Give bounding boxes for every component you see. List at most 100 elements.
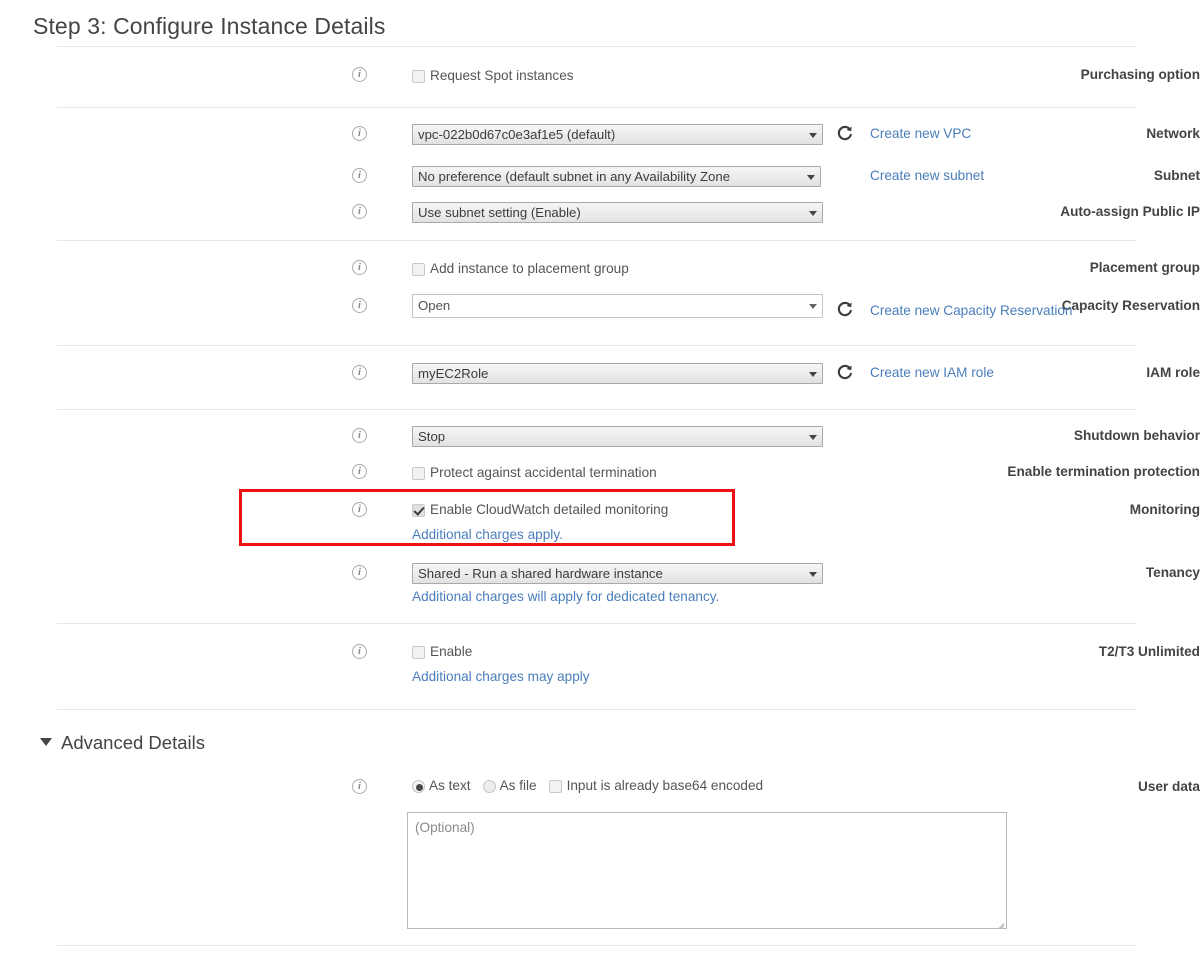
purchasing-option-control: Request Spot instances	[412, 68, 574, 86]
monitoring-control: Enable CloudWatch detailed monitoring	[412, 502, 668, 520]
info-icon[interactable]: i	[352, 779, 367, 794]
create-new-subnet-link[interactable]: Create new subnet	[870, 168, 984, 183]
user-data-as-text-option[interactable]: As text	[412, 778, 471, 796]
create-new-iam-role-link[interactable]: Create new IAM role	[870, 365, 994, 380]
info-icon[interactable]: i	[352, 260, 367, 275]
shutdown-behavior-value: Stop	[418, 429, 446, 444]
tenancy-charges-note[interactable]: Additional charges will apply for dedica…	[412, 589, 719, 604]
t2-t3-unlimited-charges-note[interactable]: Additional charges may apply	[412, 669, 590, 684]
chevron-down-icon	[809, 371, 817, 377]
enable-cloudwatch-monitoring-label: Enable CloudWatch detailed monitoring	[430, 502, 669, 517]
tenancy-control: Shared - Run a shared hardware instance	[412, 563, 823, 584]
auto-assign-public-ip-select[interactable]: Use subnet setting (Enable)	[412, 202, 823, 223]
as-text-radio[interactable]	[412, 780, 425, 793]
row-monitoring: Monitoring i Enable CloudWatch detailed …	[0, 500, 1200, 546]
base64-encoded-label: Input is already base64 encoded	[566, 778, 764, 793]
triangle-down-icon	[40, 738, 52, 746]
info-icon[interactable]: i	[352, 204, 367, 219]
network-select[interactable]: vpc-022b0d67c0e3af1e5 (default)	[412, 124, 823, 145]
row-purchasing-option: Purchasing option i Request Spot instanc…	[0, 65, 1200, 91]
row-user-data: User data i As text As file Input is alrea…	[0, 777, 1200, 817]
row-t2-t3-unlimited: T2/T3 Unlimited i Enable Additional char…	[0, 642, 1200, 688]
divider-5	[57, 623, 1137, 624]
subnet-control: No preference (default subnet in any Ava…	[412, 166, 821, 187]
capacity-reservation-select[interactable]: Open	[412, 294, 823, 318]
chevron-down-icon	[809, 434, 817, 440]
row-shutdown-behavior: Shutdown behavior i Stop	[0, 426, 1200, 452]
tenancy-select[interactable]: Shared - Run a shared hardware instance	[412, 563, 823, 584]
iam-role-control: myEC2Role	[412, 363, 823, 384]
base64-encoded-checkbox[interactable]	[548, 780, 562, 793]
advanced-details-label: Advanced Details	[61, 732, 205, 753]
divider-3	[57, 345, 1137, 346]
advanced-details-toggle[interactable]: Advanced Details	[40, 732, 205, 754]
refresh-icon[interactable]	[836, 125, 854, 143]
request-spot-instances-label: Request Spot instances	[430, 68, 574, 83]
info-icon[interactable]: i	[352, 565, 367, 580]
placement-group-control: Add instance to placement group	[412, 261, 629, 279]
chevron-down-icon	[807, 174, 815, 180]
chevron-down-icon	[809, 210, 817, 216]
t2-t3-unlimited-control: Enable	[412, 644, 472, 662]
user-data-textarea[interactable]: (Optional)	[407, 812, 1007, 929]
iam-role-select[interactable]: myEC2Role	[412, 363, 823, 384]
info-icon[interactable]: i	[352, 298, 367, 313]
t2-t3-unlimited-enable-label: Enable	[430, 644, 473, 659]
shutdown-behavior-select[interactable]: Stop	[412, 426, 823, 447]
user-data-as-file-option[interactable]: As file	[482, 778, 537, 796]
as-file-radio[interactable]	[482, 780, 496, 793]
configure-instance-details-page: Step 3: Configure Instance Details Purch…	[0, 0, 1200, 963]
request-spot-instances-checkbox[interactable]	[412, 70, 425, 83]
refresh-icon[interactable]	[836, 301, 854, 319]
network-select-value: vpc-022b0d67c0e3af1e5 (default)	[418, 127, 616, 142]
resize-handle-icon[interactable]	[992, 914, 1005, 927]
iam-role-value: myEC2Role	[418, 366, 489, 381]
shutdown-behavior-label: Shutdown behavior	[1073, 428, 1200, 443]
create-new-capacity-reservation-link[interactable]: Create new Capacity Reservation	[870, 303, 1073, 318]
page-title: Step 3: Configure Instance Details	[33, 13, 386, 39]
info-icon[interactable]: i	[352, 428, 367, 443]
chevron-down-icon	[809, 571, 817, 577]
info-icon[interactable]: i	[352, 644, 367, 659]
capacity-reservation-control: Open	[412, 294, 823, 318]
user-data-base64-option[interactable]: Input is already base64 encoded	[548, 778, 764, 796]
info-icon[interactable]: i	[352, 168, 367, 183]
chevron-down-icon	[809, 132, 817, 138]
as-text-label: As text	[429, 778, 471, 793]
divider-6	[57, 709, 1137, 710]
row-subnet: Subnet i No preference (default subnet i…	[0, 166, 1200, 192]
placement-group-label: Placement group	[1089, 260, 1200, 275]
enable-cloudwatch-monitoring-checkbox[interactable]	[412, 504, 425, 517]
info-icon[interactable]: i	[352, 67, 367, 82]
subnet-select-value: No preference (default subnet in any Ava…	[418, 169, 731, 184]
tenancy-label: Tenancy	[1145, 565, 1200, 580]
auto-assign-public-ip-value: Use subnet setting (Enable)	[418, 205, 581, 220]
info-icon[interactable]: i	[352, 464, 367, 479]
row-termination-protection: Enable termination protection i Protect …	[0, 462, 1200, 488]
network-control: vpc-022b0d67c0e3af1e5 (default)	[412, 124, 823, 145]
capacity-reservation-value: Open	[418, 298, 451, 313]
auto-assign-public-ip-label: Auto-assign Public IP	[1060, 204, 1200, 219]
t2-t3-unlimited-label: T2/T3 Unlimited	[1098, 644, 1200, 659]
info-icon[interactable]: i	[352, 502, 367, 517]
monitoring-charges-note[interactable]: Additional charges apply.	[412, 527, 563, 542]
refresh-icon[interactable]	[836, 364, 854, 382]
purchasing-option-label: Purchasing option	[1080, 67, 1200, 82]
create-new-vpc-link[interactable]: Create new VPC	[870, 126, 971, 141]
protect-against-accidental-termination-checkbox[interactable]	[412, 467, 425, 480]
auto-assign-public-ip-control: Use subnet setting (Enable)	[412, 202, 823, 223]
row-iam-role: IAM role i myEC2Role Create new IAM role	[0, 363, 1200, 389]
user-data-placeholder: (Optional)	[415, 820, 475, 835]
info-icon[interactable]: i	[352, 126, 367, 141]
add-instance-to-placement-group-checkbox[interactable]	[412, 263, 425, 276]
subnet-select[interactable]: No preference (default subnet in any Ava…	[412, 166, 821, 187]
info-icon[interactable]: i	[352, 365, 367, 380]
t2-t3-unlimited-enable-checkbox[interactable]	[412, 646, 425, 659]
row-placement-group: Placement group i Add instance to placem…	[0, 258, 1200, 284]
divider-1	[57, 107, 1137, 108]
protect-against-accidental-termination-label: Protect against accidental termination	[430, 465, 657, 480]
divider-7	[57, 945, 1137, 946]
tenancy-value: Shared - Run a shared hardware instance	[418, 566, 663, 581]
divider-title	[57, 46, 1137, 47]
monitoring-label: Monitoring	[1129, 502, 1200, 517]
